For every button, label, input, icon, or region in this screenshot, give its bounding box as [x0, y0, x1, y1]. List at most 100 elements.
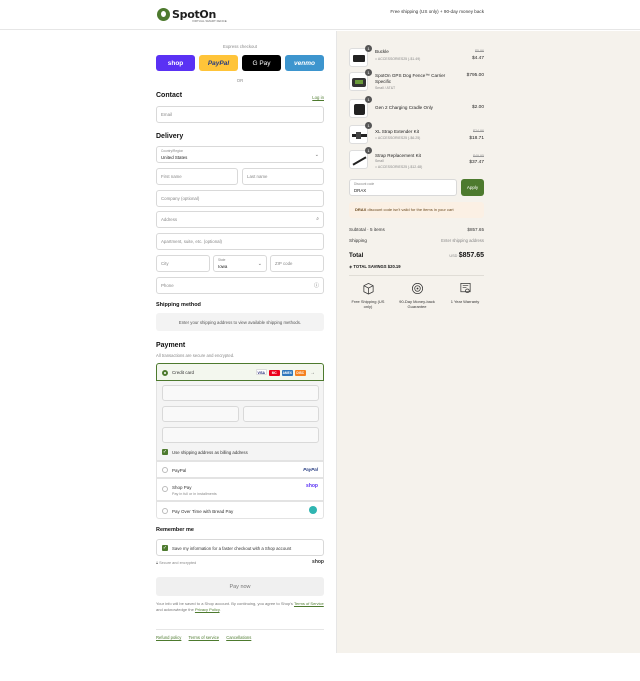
quantity-badge: 1 — [365, 96, 372, 103]
last-name-placeholder: Last name — [247, 174, 268, 179]
subtotal-row: Subtotal · 5 items $857.65 — [349, 227, 484, 232]
city-placeholder: City — [161, 261, 169, 266]
original-price: $49.95 — [473, 154, 484, 158]
box-icon — [362, 282, 374, 295]
item-variant: Small — [375, 159, 384, 163]
summary-divider — [349, 275, 484, 276]
first-name-placeholder: First name — [161, 174, 182, 179]
address-field[interactable]: Address ⌕ — [156, 211, 324, 228]
help-icon[interactable]: ⓘ — [314, 282, 319, 289]
original-price: $24.96 — [473, 129, 484, 133]
terms-link[interactable]: Terms of service — [189, 635, 219, 640]
certificate-icon — [459, 283, 471, 294]
zip-field[interactable]: ZIP code — [270, 255, 324, 272]
first-name-field[interactable]: First name — [156, 168, 238, 185]
discount-label: Discount code — [354, 182, 375, 186]
paypal-option[interactable]: PayPal PayPal — [156, 461, 324, 478]
google-pay-express-button[interactable]: G Pay — [242, 55, 281, 71]
bread-pay-radio[interactable] — [162, 508, 168, 514]
shop-pay-express-button[interactable]: shop — [156, 55, 195, 71]
apply-button[interactable]: Apply — [461, 179, 484, 196]
billing-checkbox[interactable]: ✓ — [162, 449, 168, 455]
phone-field[interactable]: Phone ⓘ — [156, 277, 324, 294]
card-brands: VISA MC AMEX DISC → — [254, 369, 315, 376]
shipping-label: Shipping — [349, 238, 367, 243]
tag-icon: ⌂ — [375, 165, 378, 169]
city-field[interactable]: City — [156, 255, 210, 272]
shop-privacy-link[interactable]: Privacy Policy — [195, 607, 220, 612]
discover-icon: DISC — [294, 370, 306, 376]
discount-code-field[interactable]: Discount code DRAX — [349, 179, 457, 196]
promo-text: Free shipping (US only) + 90-day money b… — [390, 9, 484, 14]
save-info-checkbox[interactable]: ✓ — [162, 545, 168, 551]
email-field[interactable]: Email — [156, 106, 324, 123]
legal-text: Your info will be saved to a Shop accoun… — [156, 601, 326, 613]
free-shipping-feature: Free Shipping (US only) — [348, 282, 388, 310]
shop-logo: shop — [312, 559, 324, 565]
express-checkout-label: Express checkout — [223, 44, 257, 49]
paypal-logo: PayPal — [303, 467, 318, 472]
savings-tag-icon: ◈ — [349, 264, 353, 269]
shop-pay-logo: shop — [306, 483, 318, 489]
tag-icon: ⌂ — [375, 57, 378, 61]
country-value: United States — [161, 155, 188, 160]
paypal-radio[interactable] — [162, 467, 168, 473]
state-select[interactable]: State Iowa ⌄ — [213, 255, 267, 272]
savings-value: $20.19 — [387, 264, 401, 269]
cart-item: 1 Buckle ⌂ ACCESSORIES25 (-$1.49) $5.96 … — [349, 45, 484, 70]
apartment-field[interactable]: Apartment, suite, etc. (optional) — [156, 233, 324, 250]
security-code-field[interactable] — [243, 406, 319, 422]
country-select[interactable]: Country/Region United States ⌄ — [156, 146, 324, 163]
legal-end: . — [219, 607, 221, 612]
original-price: $5.96 — [475, 49, 484, 53]
paypal-express-button[interactable]: PayPal — [199, 55, 238, 71]
cancellations-link[interactable]: Cancellations — [226, 635, 251, 640]
shop-pay-sub: Pay in full or in installments — [172, 492, 217, 496]
credit-card-label: Credit card — [172, 370, 195, 375]
refund-policy-link[interactable]: Refund policy — [156, 635, 181, 640]
paypal-label: PayPal — [172, 468, 187, 473]
item-discount: ⌂ ACCESSORIES25 (-$12.48) — [375, 165, 423, 169]
shipping-row: Shipping Enter shipping address — [349, 238, 484, 243]
item-name: SpotOn GPS Dog Fence™ Carrier Specific — [375, 73, 446, 84]
shop-pay-option[interactable]: Shop Pay Pay in full or in installments … — [156, 478, 324, 501]
shipping-method-heading: Shipping method — [156, 302, 201, 308]
secure-text: Secure and encrypted — [159, 561, 197, 565]
bread-pay-option[interactable]: Pay Over Time with Bread Pay — [156, 501, 324, 519]
cart-item: 1 Strap Replacement Kit Small ⌂ ACCESSOR… — [349, 147, 484, 174]
discount-warning: DRAX discount code isn't valid for the i… — [349, 202, 484, 218]
credit-card-radio[interactable] — [162, 370, 168, 376]
name-on-card-field[interactable] — [162, 427, 319, 443]
target-icon — [411, 283, 423, 294]
or-divider: OR — [236, 78, 244, 83]
more-cards-icon: → — [310, 370, 315, 376]
state-value: Iowa — [218, 264, 228, 269]
shipping-method-info: Enter your shipping address to view avai… — [156, 313, 324, 331]
email-placeholder: Email — [161, 112, 172, 117]
item-discount: ⌂ ACCESSORIES25 (-$6.25) — [375, 136, 421, 140]
expiration-field[interactable] — [162, 406, 239, 422]
last-name-field[interactable]: Last name — [242, 168, 324, 185]
remember-me-heading: Remember me — [156, 527, 194, 533]
company-field[interactable]: Company (optional) — [156, 190, 324, 207]
credit-card-option[interactable]: Credit card VISA MC AMEX DISC → — [156, 363, 324, 381]
login-link[interactable]: Log in — [312, 95, 324, 100]
payment-heading: Payment — [156, 342, 186, 349]
shop-terms-link[interactable]: Terms of Service — [294, 601, 324, 606]
item-discount: ⌂ ACCESSORIES25 (-$1.49) — [375, 57, 421, 61]
warning-text: discount code isn't valid for the items … — [367, 207, 454, 212]
card-form: ✓ Use shipping address as billing addres… — [156, 381, 324, 461]
subtotal-value: $857.65 — [467, 227, 484, 232]
card-number-field[interactable] — [162, 385, 319, 401]
remember-me-box[interactable]: ✓ Save my information for a faster check… — [156, 539, 324, 556]
total-label: Total — [349, 252, 364, 259]
header: SpotOn VIRTUAL SMART FENCE Free shipping… — [0, 0, 640, 30]
payment-subtitle: All transactions are secure and encrypte… — [156, 353, 235, 358]
company-placeholder: Company (optional) — [161, 196, 200, 201]
lock-icon: 🔒︎ — [156, 561, 159, 565]
pay-now-button[interactable]: Pay now — [156, 577, 324, 596]
venmo-express-button[interactable]: venmo — [285, 55, 324, 71]
shop-pay-radio[interactable] — [162, 486, 168, 492]
total-value: $857.65 — [458, 252, 484, 259]
item-name: XL Strap Extender Kit — [375, 129, 420, 134]
